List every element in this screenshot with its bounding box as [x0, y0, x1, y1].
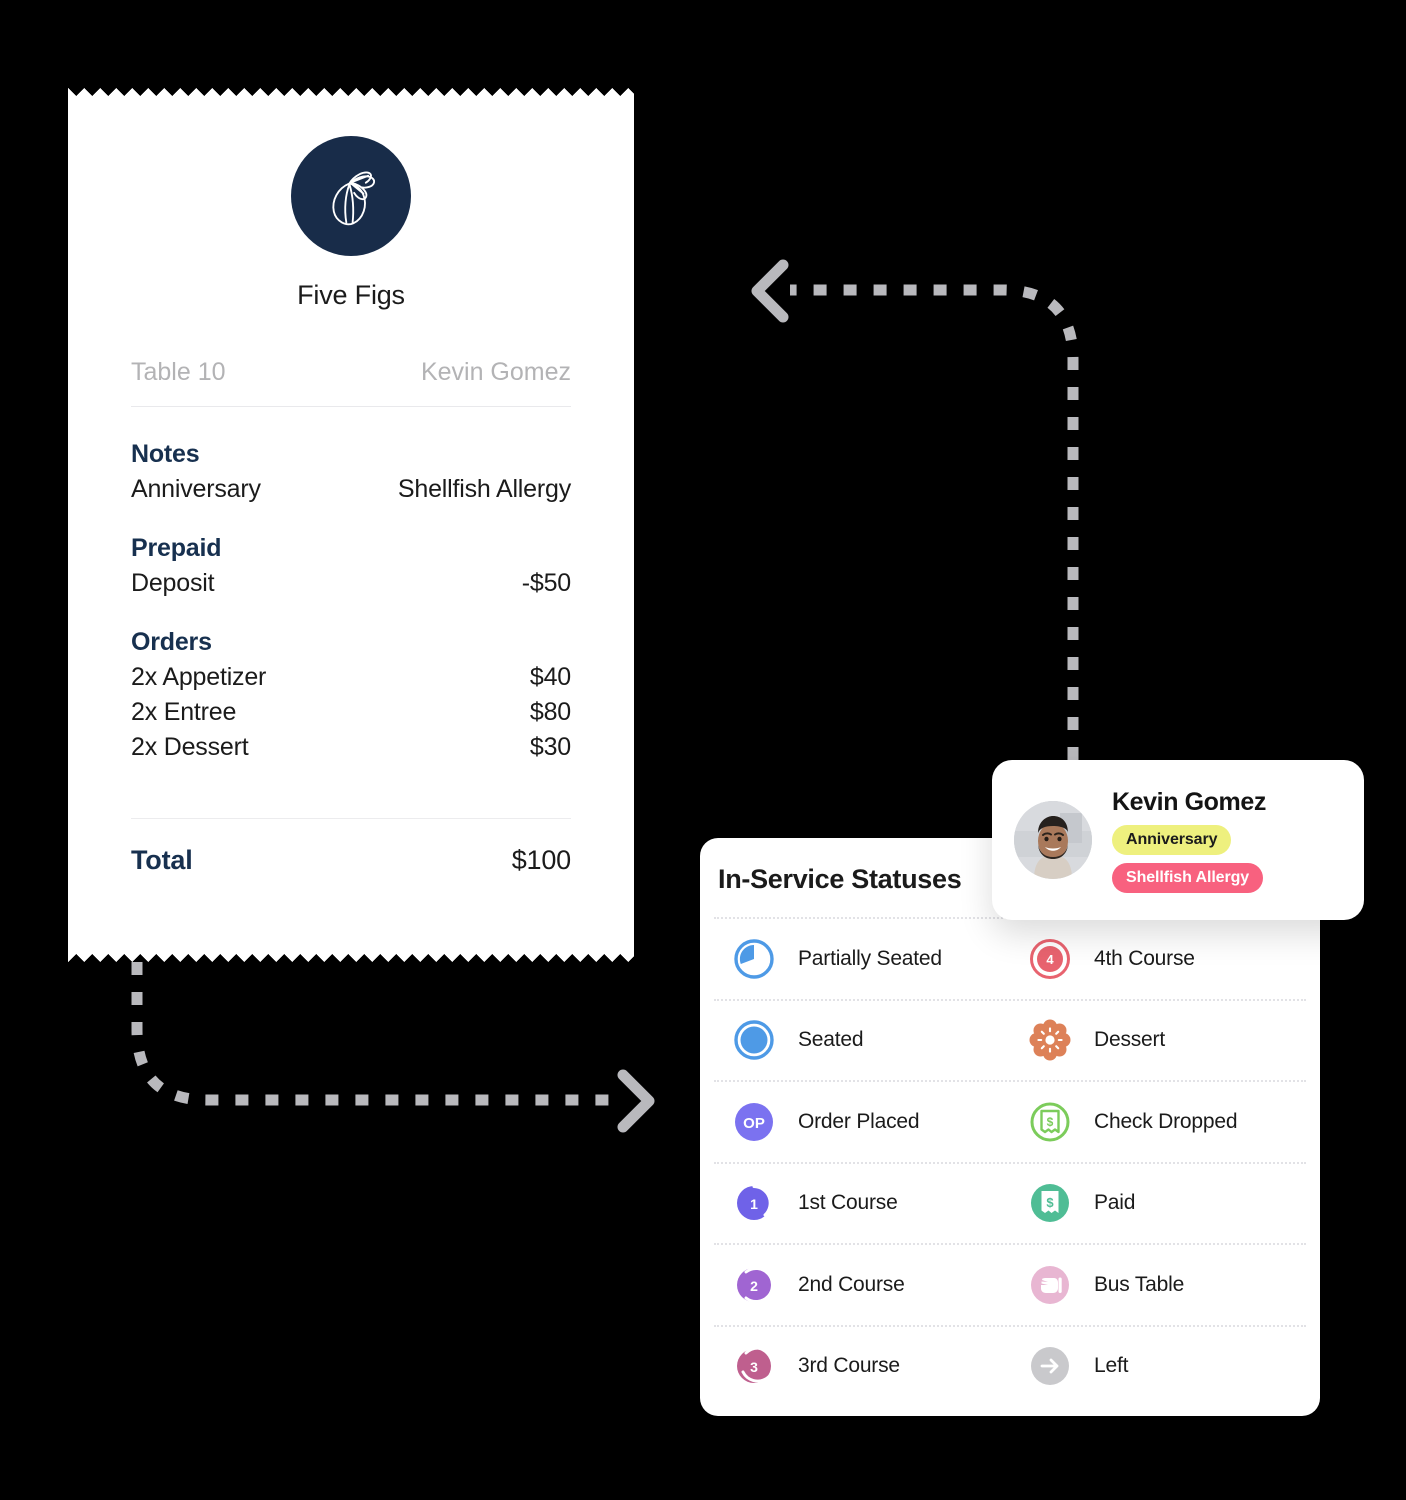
- arrow-receipt-to-statuses-path: [131, 962, 612, 1106]
- line-value: $30: [529, 733, 571, 761]
- status-item-dessert[interactable]: Dessert: [1010, 1018, 1306, 1062]
- fig-logo-icon: [291, 136, 411, 256]
- receipt-line-item: 2x Dessert $30: [131, 733, 571, 762]
- status-label: Bus Table: [1094, 1272, 1185, 1296]
- canvas: Five Figs Table 10 Kevin Gomez Notes Ann…: [0, 0, 1406, 1500]
- section-heading: Notes: [131, 440, 200, 468]
- receipt-line-item: 2x Entree $80: [131, 698, 571, 727]
- receipt-line-item: Deposit -$50: [131, 569, 571, 598]
- svg-text:1: 1: [750, 1196, 758, 1212]
- status-item-bus-table[interactable]: Bus Table: [1010, 1263, 1306, 1307]
- tag-shellfish-allergy: Shellfish Allergy: [1112, 862, 1264, 893]
- seated-icon: [732, 1018, 776, 1062]
- guest-avatar-photo: [1014, 801, 1092, 879]
- svg-text:$: $: [1046, 1195, 1054, 1210]
- table-number: Table 10: [131, 358, 226, 386]
- receipt-line-item: Anniversary Shellfish Allergy: [131, 475, 571, 504]
- arrow-head-left-icon: [751, 259, 789, 323]
- receipt-zigzag-bottom: [68, 946, 634, 962]
- svg-text:2: 2: [750, 1278, 758, 1294]
- partially-seated-icon: [732, 937, 776, 981]
- status-item-3rd-course[interactable]: 3 3rd Course: [714, 1344, 1010, 1388]
- check-dropped-icon: $: [1028, 1100, 1072, 1144]
- status-row: 1 1st Course $ Paid: [714, 1161, 1306, 1244]
- svg-text:3: 3: [750, 1359, 758, 1375]
- dessert-icon: [1028, 1018, 1072, 1062]
- line-value: $80: [529, 698, 571, 726]
- status-label: 2nd Course: [798, 1272, 905, 1296]
- status-list: Partially Seated 4 4th Course Seated Des…: [700, 917, 1320, 1406]
- arrow-head-right-icon: [617, 1069, 655, 1133]
- total-divider: [131, 818, 571, 819]
- order-placed-initials: OP: [743, 1115, 765, 1132]
- receipt-section-orders: Orders 2x Appetizer $40 2x Entree $80 2x…: [131, 628, 571, 762]
- line-label: 2x Entree: [131, 698, 237, 726]
- status-item-seated[interactable]: Seated: [714, 1018, 1010, 1062]
- line-label: 2x Dessert: [131, 733, 249, 761]
- guest-name: Kevin Gomez: [420, 358, 571, 386]
- status-row: Seated Dessert: [714, 998, 1306, 1081]
- status-item-4th-course[interactable]: 4 4th Course: [1010, 937, 1306, 981]
- section-heading: Orders: [131, 628, 212, 656]
- course-1-icon: 1: [732, 1181, 776, 1225]
- status-label: Dessert: [1094, 1028, 1165, 1052]
- status-label: 4th Course: [1094, 946, 1195, 970]
- status-label: 1st Course: [798, 1191, 898, 1215]
- svg-text:4: 4: [1046, 952, 1054, 967]
- left-icon: [1028, 1344, 1072, 1388]
- status-item-left[interactable]: Left: [1010, 1344, 1306, 1388]
- arrow-guest-to-receipt-path: [790, 284, 1079, 760]
- section-heading: Prepaid: [131, 534, 222, 562]
- course-2-icon: 2: [732, 1263, 776, 1307]
- status-item-paid[interactable]: $ Paid: [1010, 1181, 1306, 1225]
- status-item-check-dropped[interactable]: $ Check Dropped: [1010, 1100, 1306, 1144]
- status-row: Partially Seated 4 4th Course: [714, 917, 1306, 999]
- status-label: 3rd Course: [798, 1354, 900, 1378]
- course-3-icon: 3: [732, 1344, 776, 1388]
- receipt-card: Five Figs Table 10 Kevin Gomez Notes Ann…: [68, 88, 634, 962]
- status-label: Paid: [1094, 1191, 1136, 1215]
- total-label: Total: [131, 845, 193, 875]
- restaurant-name: Five Figs: [297, 280, 405, 310]
- line-label: Anniversary: [131, 475, 261, 503]
- status-item-order-placed[interactable]: OP Order Placed: [714, 1100, 1010, 1144]
- svg-text:$: $: [1047, 1115, 1054, 1129]
- guest-card-name: Kevin Gomez: [1112, 787, 1266, 816]
- line-label: Deposit: [131, 569, 215, 597]
- receipt-line-item: 2x Appetizer $40: [131, 663, 571, 692]
- line-value: Shellfish Allergy: [397, 475, 571, 503]
- status-label: Order Placed: [798, 1109, 920, 1133]
- line-value: $40: [529, 663, 571, 691]
- order-placed-icon: OP: [732, 1100, 776, 1144]
- line-label: 2x Appetizer: [131, 663, 267, 691]
- tag-anniversary: Anniversary: [1112, 824, 1232, 855]
- course-4-icon: 4: [1028, 937, 1072, 981]
- bus-table-icon: [1028, 1263, 1072, 1307]
- receipt-section-notes: Notes Anniversary Shellfish Allergy: [131, 440, 571, 504]
- status-row: 3 3rd Course Left: [714, 1324, 1306, 1407]
- status-label: Left: [1094, 1354, 1129, 1378]
- receipt-total-row: Total $100: [131, 845, 571, 876]
- line-value: -$50: [521, 569, 571, 597]
- status-item-1st-course[interactable]: 1 1st Course: [714, 1181, 1010, 1225]
- status-label: Seated: [798, 1028, 864, 1052]
- receipt-meta: Table 10 Kevin Gomez: [131, 358, 571, 407]
- paid-icon: $: [1028, 1181, 1072, 1225]
- status-row: 2 2nd Course Bus Table: [714, 1243, 1306, 1325]
- status-item-partially-seated[interactable]: Partially Seated: [714, 937, 1010, 981]
- status-label: Check Dropped: [1094, 1109, 1238, 1133]
- total-value: $100: [511, 845, 571, 875]
- receipt-section-prepaid: Prepaid Deposit -$50: [131, 534, 571, 598]
- guest-detail-card: Kevin Gomez Anniversary Shellfish Allerg…: [992, 760, 1364, 920]
- status-label: Partially Seated: [798, 946, 942, 970]
- in-service-statuses-card: In-Service Statuses Partially Seated 4 4…: [700, 838, 1320, 1416]
- status-item-2nd-course[interactable]: 2 2nd Course: [714, 1263, 1010, 1307]
- status-row: OP Order Placed $ Check Dropped: [714, 1080, 1306, 1162]
